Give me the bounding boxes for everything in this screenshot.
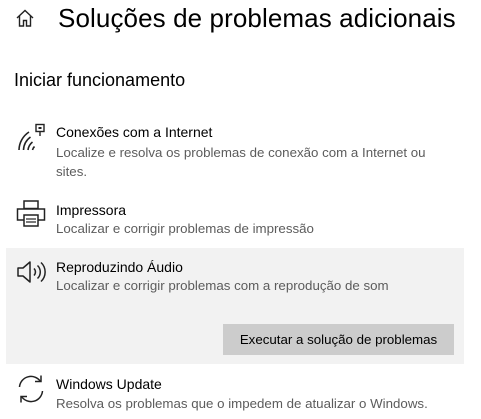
troubleshooter-internet-connections[interactable]: Conexões com a Internet Localize e resol… bbox=[6, 118, 464, 182]
settings-page: Soluções de problemas adicionais Iniciar… bbox=[0, 0, 481, 419]
item-description: Localize e resolva os problemas de conex… bbox=[56, 145, 426, 179]
refresh-icon bbox=[15, 373, 47, 405]
page-title: Soluções de problemas adicionais bbox=[58, 3, 456, 33]
speaker-icon bbox=[15, 256, 47, 288]
troubleshooter-playing-audio[interactable]: Reproduzindo Áudio Localizar e corrigir … bbox=[6, 248, 464, 364]
header: Soluções de problemas adicionais bbox=[0, 0, 481, 40]
home-icon[interactable] bbox=[14, 7, 36, 29]
item-description: Resolva os problemas que o impedem de at… bbox=[56, 396, 428, 411]
wifi-broadcast-icon bbox=[15, 122, 47, 154]
run-troubleshooter-button[interactable]: Executar a solução de problemas bbox=[223, 324, 454, 355]
item-description: Localizar e corrigir problemas com a rep… bbox=[56, 278, 389, 293]
section-title: Iniciar funcionamento bbox=[14, 70, 186, 90]
item-title: Conexões com a Internet bbox=[56, 124, 213, 140]
item-title: Reproduzindo Áudio bbox=[56, 259, 183, 275]
troubleshooter-printer[interactable]: Impressora Localizar e corrigir problema… bbox=[6, 196, 464, 242]
item-description: Localizar e corrigir problemas de impres… bbox=[56, 221, 314, 236]
item-title: Windows Update bbox=[56, 376, 162, 392]
troubleshooter-windows-update[interactable]: Windows Update Resolva os problemas que … bbox=[6, 370, 464, 416]
item-title: Impressora bbox=[56, 202, 127, 218]
printer-icon bbox=[15, 198, 47, 230]
